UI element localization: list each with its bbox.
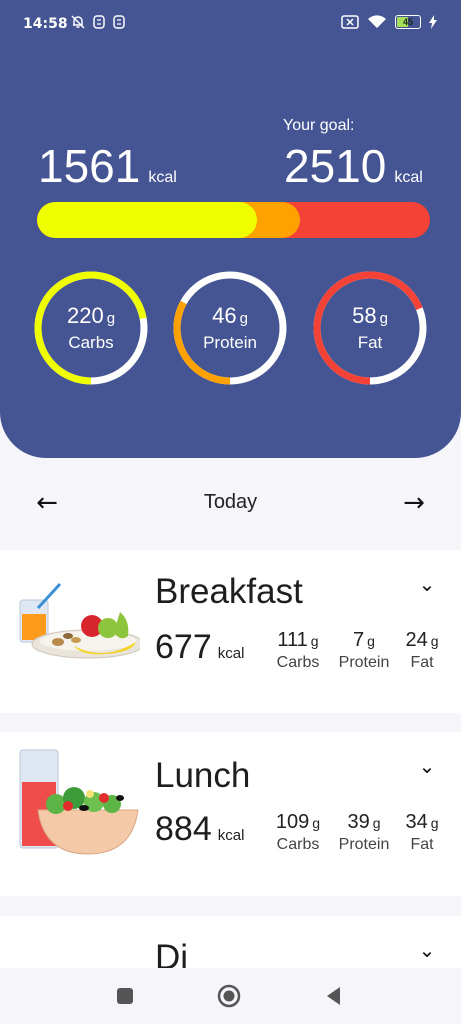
consumed-unit: kcal [148, 169, 177, 186]
meal-kcal-unit: kcal [217, 645, 245, 662]
macro-value: 58 g [352, 303, 388, 332]
fat-label: Fat [410, 654, 434, 671]
macro-ring-protein: 46 g Protein [172, 270, 288, 386]
meal-kcal: 677 kcal [155, 628, 244, 667]
status-icons-right: 45 [341, 14, 437, 30]
protein-label: Protein [338, 836, 390, 853]
macro-unit: g [239, 309, 248, 327]
day-label: Today [203, 491, 258, 513]
goal-caption: Your goal: [283, 117, 355, 134]
carbs-unit: g [310, 633, 319, 649]
sim-off-icon [341, 15, 359, 29]
meal-title: Lunch [155, 756, 251, 795]
charging-icon [429, 15, 437, 29]
meal-kcal-value: 677 [155, 628, 212, 666]
recents-button[interactable] [111, 982, 139, 1010]
meal-card-dinner[interactable]: Di ⌄ [0, 916, 461, 968]
carbs-label: Carbs [276, 654, 320, 671]
expand-lunch-button[interactable]: ⌄ [413, 754, 441, 782]
meal-fat: 24 g Fat [398, 628, 446, 673]
macro-ring-fat: 58 g Fat [312, 270, 428, 386]
meal-carbs: 109 g Carbs [268, 810, 328, 855]
carbs-value: 111 [277, 629, 308, 651]
macro-unit: g [106, 309, 116, 327]
calorie-progress-bar [37, 202, 430, 238]
home-button[interactable] [215, 982, 243, 1010]
macro-number: 220 [66, 302, 104, 328]
meal-carbs: 111 g Carbs [268, 628, 328, 673]
consumed-value: 1561 [38, 140, 141, 192]
goal-value: 2510 [284, 140, 387, 192]
carbs-value: 109 [275, 811, 310, 833]
day-navigator: ← Today → [0, 478, 461, 528]
breakfast-illustration [19, 582, 140, 659]
fat-value: 34 [405, 811, 428, 833]
meal-card-breakfast[interactable]: Breakfast ⌄ 677 kcal 111 g Carbs 7 g Protein … [0, 550, 461, 713]
meal-title: Breakfast [155, 572, 303, 611]
meal-protein: 7 g Protein [332, 628, 396, 673]
battery-level: 45 [402, 17, 413, 27]
carbs-unit: g [312, 815, 321, 831]
protein-unit: g [367, 633, 375, 649]
meal-card-lunch[interactable]: Lunch ⌄ 884 kcal 109 g Carbs 39 g Protein 34 g… [0, 732, 461, 896]
macro-number: 46 [212, 302, 237, 328]
chevron-down-icon: ⌄ [418, 940, 436, 962]
meal-kcal-unit: kcal [217, 827, 245, 844]
app-notification-icon [93, 15, 105, 29]
goal-kcal: 2510 kcal [284, 140, 423, 204]
summary-header: 14:58 45 Your goal: 1561 kcal 2510 kcal 22… [0, 0, 461, 458]
wifi-icon [368, 15, 386, 28]
macro-label: Fat [357, 332, 383, 352]
progress-segment-yellow [37, 202, 258, 238]
arrow-right-icon: → [403, 488, 425, 518]
goal-unit: kcal [394, 169, 423, 186]
battery-icon: 45 [395, 15, 421, 29]
macro-value: 220 g [67, 303, 115, 332]
meal-kcal: 884 kcal [155, 810, 244, 849]
protein-unit: g [372, 815, 381, 831]
chevron-down-icon: ⌄ [418, 756, 436, 778]
protein-label: Protein [338, 654, 390, 671]
bell-off-icon [71, 15, 85, 29]
fat-label: Fat [410, 836, 434, 853]
protein-value: 39 [347, 811, 370, 833]
fat-unit: g [430, 633, 439, 649]
fat-unit: g [430, 815, 439, 831]
meal-protein: 39 g Protein [332, 810, 396, 855]
lunch-illustration [19, 749, 139, 855]
expand-dinner-button[interactable]: ⌄ [413, 938, 441, 966]
system-navigation-bar [0, 968, 461, 1024]
consumed-kcal: 1561 kcal [38, 140, 177, 204]
macro-label: Protein [203, 332, 257, 352]
carbs-label: Carbs [276, 836, 320, 853]
status-icons-left [70, 14, 126, 30]
status-bar: 14:58 45 [0, 0, 461, 48]
protein-value: 7 [353, 629, 365, 651]
back-button[interactable] [320, 982, 348, 1010]
expand-breakfast-button[interactable]: ⌄ [413, 572, 441, 600]
status-time: 14:58 [23, 16, 68, 32]
meal-title: Di [155, 938, 189, 968]
macro-value: 46 g [212, 303, 248, 332]
fat-value: 24 [405, 629, 428, 651]
meal-fat: 34 g Fat [398, 810, 446, 855]
meal-kcal-value: 884 [155, 810, 212, 848]
macro-ring-carbs: 220 g Carbs [33, 270, 149, 386]
chevron-down-icon: ⌄ [418, 574, 436, 596]
next-day-button[interactable]: → [397, 486, 431, 520]
app-notification-icon [113, 15, 125, 29]
macro-unit: g [379, 309, 388, 327]
macro-label: Carbs [68, 332, 114, 352]
macro-number: 58 [352, 302, 377, 328]
